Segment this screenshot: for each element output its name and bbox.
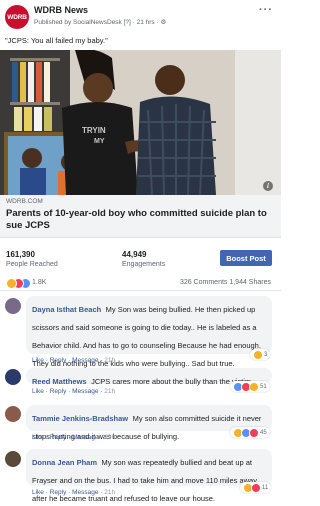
comment-author[interactable]: Donna Jean Pham: [32, 458, 97, 467]
like-link[interactable]: Like: [32, 388, 44, 395]
comment-reaction-count: 45: [260, 429, 267, 436]
reply-link[interactable]: Reply: [50, 489, 67, 496]
angry-reaction-icon: [251, 482, 261, 493]
reply-link[interactable]: Reply: [50, 434, 67, 441]
page-name[interactable]: WDRB News: [34, 5, 88, 15]
reactions-count[interactable]: 1.8K: [32, 279, 46, 286]
comment-bubble: Dayna Isthat Beach My Son was being bull…: [26, 296, 272, 368]
reply-link[interactable]: Reply: [50, 388, 67, 395]
comment-time[interactable]: 19h: [104, 434, 115, 441]
comment-time[interactable]: 21h: [104, 388, 115, 395]
reply-link[interactable]: Reply: [50, 357, 67, 364]
comment-item: Dayna Isthat Beach My Son was being bull…: [0, 296, 281, 368]
comment-reactions[interactable]: 51: [230, 381, 270, 392]
post-text: "JCPS: You all failed my baby.": [5, 36, 108, 45]
comment-actions: Like · Reply · Message · 21h: [32, 489, 116, 496]
avatar[interactable]: [5, 451, 21, 467]
message-link[interactable]: Message: [72, 357, 98, 364]
message-link[interactable]: Message: [72, 388, 98, 395]
comment-actions: Like · Reply · Message · 21h: [32, 357, 116, 364]
post-header: WDRB WDRB News Published by SocialNewsDe…: [0, 0, 281, 34]
link-headline[interactable]: Parents of 10-year-old boy who committed…: [6, 208, 271, 231]
sad-reaction-icon: [249, 381, 259, 392]
comment-time[interactable]: 21h: [104, 357, 115, 364]
comment-actions: Like · Reply · Message · 19h: [32, 434, 116, 441]
post-meta: Published by SocialNewsDesk [?] · 21 hrs…: [34, 19, 167, 26]
avatar[interactable]: [5, 298, 21, 314]
sad-reaction-icon: [253, 349, 263, 360]
comment-item: Reed Matthews JCPS cares more about the …: [0, 368, 281, 398]
comment-author[interactable]: Reed Matthews: [32, 377, 87, 386]
link-domain: WDRB.COM: [6, 198, 43, 205]
comment-item: Donna Jean Pham My son was repeatedly bu…: [0, 449, 281, 503]
angry-reaction-icon: [249, 427, 259, 438]
engagements-label: Engagements: [122, 261, 166, 268]
comment-reaction-count: 51: [260, 383, 267, 390]
like-link[interactable]: Like: [32, 434, 44, 441]
comment-bubble: Donna Jean Pham My son was repeatedly bu…: [26, 449, 272, 503]
like-link[interactable]: Like: [32, 489, 44, 496]
avatar[interactable]: [5, 406, 21, 422]
page-logo[interactable]: WDRB: [5, 5, 29, 29]
info-icon[interactable]: i: [263, 181, 273, 191]
engagements-value: 44,949: [122, 250, 147, 259]
comment-reactions[interactable]: 11: [240, 482, 272, 493]
boost-post-button[interactable]: Boost Post: [220, 250, 272, 266]
like-link[interactable]: Like: [32, 357, 44, 364]
comment-author[interactable]: Tammie Jenkins-Bradshaw: [32, 414, 128, 423]
message-link[interactable]: Message: [72, 434, 98, 441]
comment-time[interactable]: 21h: [104, 489, 115, 496]
comment-reaction-count: 11: [262, 484, 269, 491]
comment-actions: Like · Reply · Message · 21h: [32, 388, 116, 395]
people-reached-label: People Reached: [6, 261, 58, 268]
avatar[interactable]: [5, 369, 21, 385]
photo-illustration: TRYIN MY: [0, 50, 281, 195]
comment-reactions[interactable]: 45: [230, 427, 270, 438]
comment-text: JCPS cares more about the bully than the…: [91, 377, 252, 386]
comment-reaction-count: 3: [264, 351, 268, 358]
comment-author[interactable]: Dayna Isthat Beach: [32, 305, 101, 314]
message-link[interactable]: Message: [72, 489, 98, 496]
post-photo[interactable]: TRYIN MY i: [0, 50, 281, 195]
people-reached-value: 161,390: [6, 250, 35, 259]
shirt-text-line2: MY: [94, 138, 105, 145]
sad-reaction-icon[interactable]: [6, 278, 17, 289]
comments-shares-count[interactable]: 326 Comments 1,944 Shares: [180, 279, 271, 286]
comment-item: Tammie Jenkins-Bradshaw My son also comm…: [0, 405, 281, 445]
shirt-text-line1: TRYIN: [82, 126, 106, 135]
more-options-icon[interactable]: ···: [259, 4, 273, 16]
comment-reactions[interactable]: 3: [250, 349, 271, 360]
